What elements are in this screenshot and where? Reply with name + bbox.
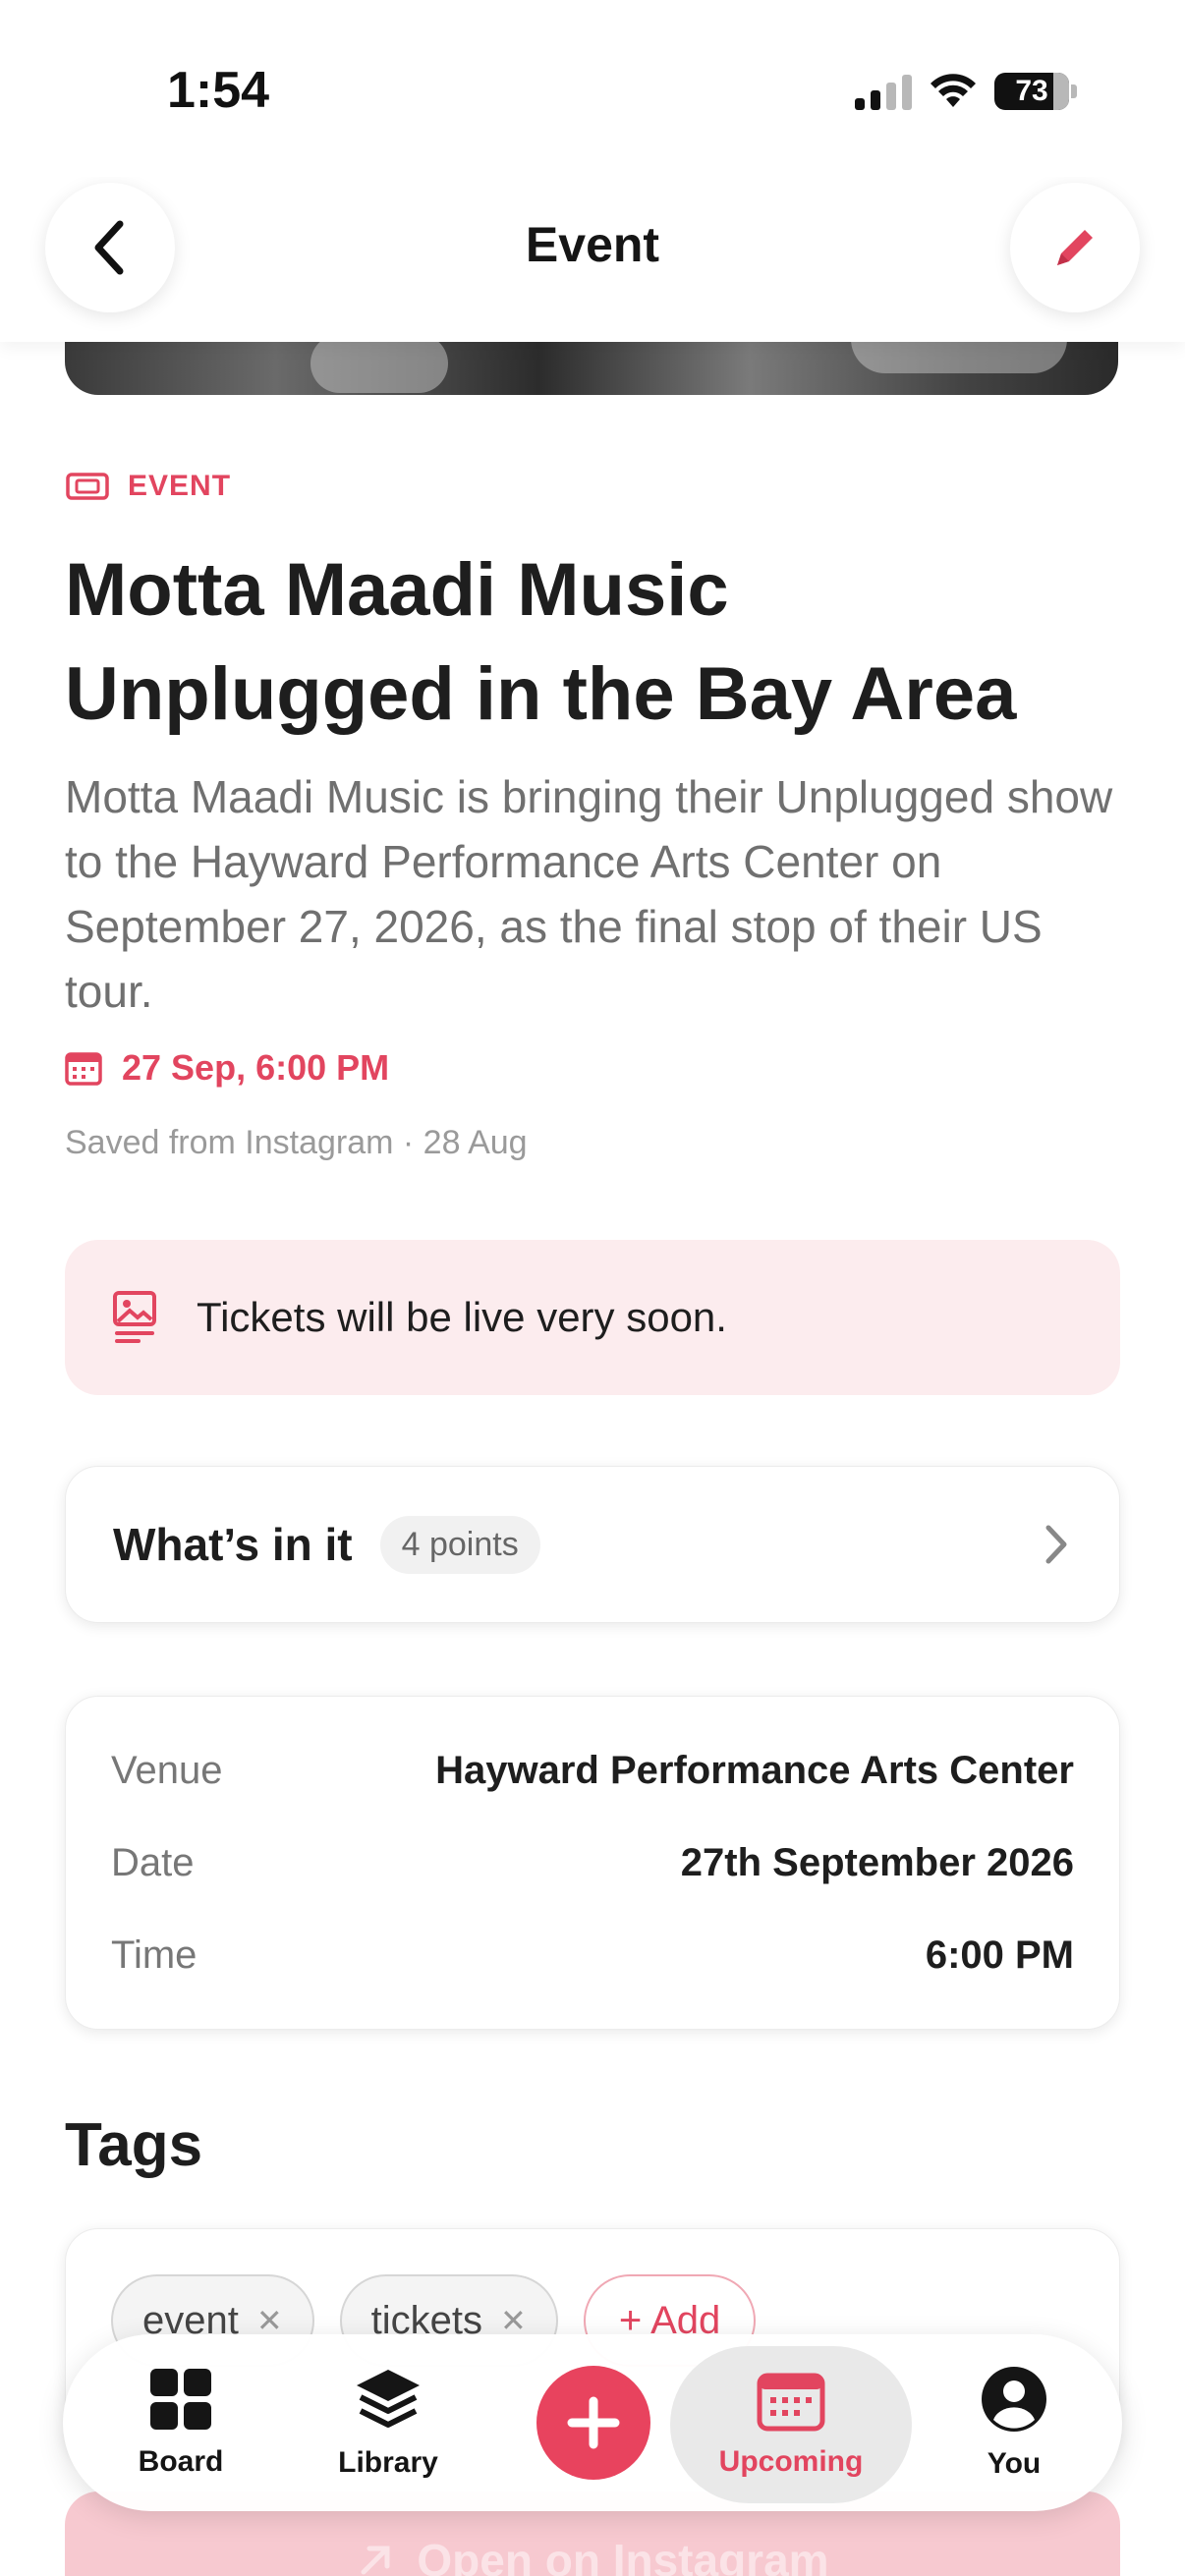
tags-heading: Tags (65, 2111, 203, 2179)
event-title: Motta Maadi Music Unplugged in the Bay A… (65, 548, 1017, 736)
detail-value: 27th September 2026 (680, 1840, 1074, 1884)
tab-label: Library (338, 2446, 438, 2479)
notice-text: Tickets will be live very soon. (197, 1294, 727, 1340)
detail-value: Hayward Performance Arts Center (435, 1748, 1074, 1792)
nav-header: Event (0, 177, 1185, 342)
detail-key: Date (111, 1840, 195, 1884)
grid-icon (150, 2369, 211, 2430)
detail-key: Venue (111, 1748, 223, 1792)
event-description: Motta Maadi Music is bringing their Unpl… (65, 771, 1113, 1017)
calendar-icon (65, 1052, 102, 1086)
whats-in-it-title: What’s in it (113, 1519, 353, 1570)
tab-bar: Board Library Upcoming You (63, 2334, 1122, 2511)
tab-label: Board (138, 2445, 224, 2478)
event-datetime-row: 27 Sep, 6:00 PM (65, 1047, 389, 1089)
pencil-icon (1057, 230, 1093, 265)
cellular-signal-icon (855, 73, 912, 110)
detail-row-time: Time 6:00 PM (111, 1909, 1074, 2001)
layers-icon (357, 2370, 420, 2428)
calendar-icon (757, 2373, 825, 2432)
add-button[interactable] (536, 2366, 650, 2480)
plus-icon (567, 2396, 620, 2449)
wifi-icon (931, 74, 976, 107)
tab-label: Upcoming (718, 2445, 864, 2478)
detail-value: 6:00 PM (925, 1932, 1074, 1977)
saved-source: Saved from Instagram · 28 Aug (65, 1124, 528, 1161)
tab-board[interactable]: Board (122, 2334, 240, 2511)
open-instagram-label: Open on Instagram (417, 2535, 829, 2576)
battery-percent: 73 (1015, 75, 1048, 107)
battery-icon: 73 (994, 73, 1069, 110)
edit-button[interactable] (1010, 183, 1140, 312)
status-time: 1:54 (167, 62, 270, 119)
status-bar: 1:54 73 (0, 0, 1185, 177)
tab-add[interactable] (535, 2334, 652, 2511)
arrow-up-right-icon (361, 2546, 390, 2575)
detail-key: Time (111, 1932, 198, 1977)
tab-library[interactable]: Library (314, 2334, 462, 2511)
points-badge: 4 points (379, 1515, 540, 1574)
tab-label: You (987, 2447, 1042, 2480)
event-datetime: 27 Sep, 6:00 PM (122, 1047, 390, 1088)
ticket-notice: Tickets will be live very soon. (65, 1240, 1120, 1395)
user-avatar-icon (982, 2367, 1046, 2432)
event-type-label: EVENT (128, 470, 232, 502)
image-text-icon (113, 1291, 156, 1343)
chevron-right-icon (1045, 1525, 1067, 1564)
detail-row-venue: Venue Hayward Performance Arts Center (111, 1724, 1074, 1817)
ticket-icon (66, 473, 109, 500)
tab-upcoming[interactable]: Upcoming (670, 2346, 912, 2503)
whats-in-it-card[interactable]: What’s in it 4 points (65, 1466, 1120, 1623)
detail-row-date: Date 27th September 2026 (111, 1817, 1074, 1909)
status-icons: 73 (855, 73, 1077, 110)
event-type-row: EVENT (65, 470, 231, 503)
page-title: Event (525, 217, 660, 272)
details-card: Venue Hayward Performance Arts Center Da… (65, 1696, 1120, 2030)
tab-you[interactable]: You (955, 2334, 1073, 2511)
